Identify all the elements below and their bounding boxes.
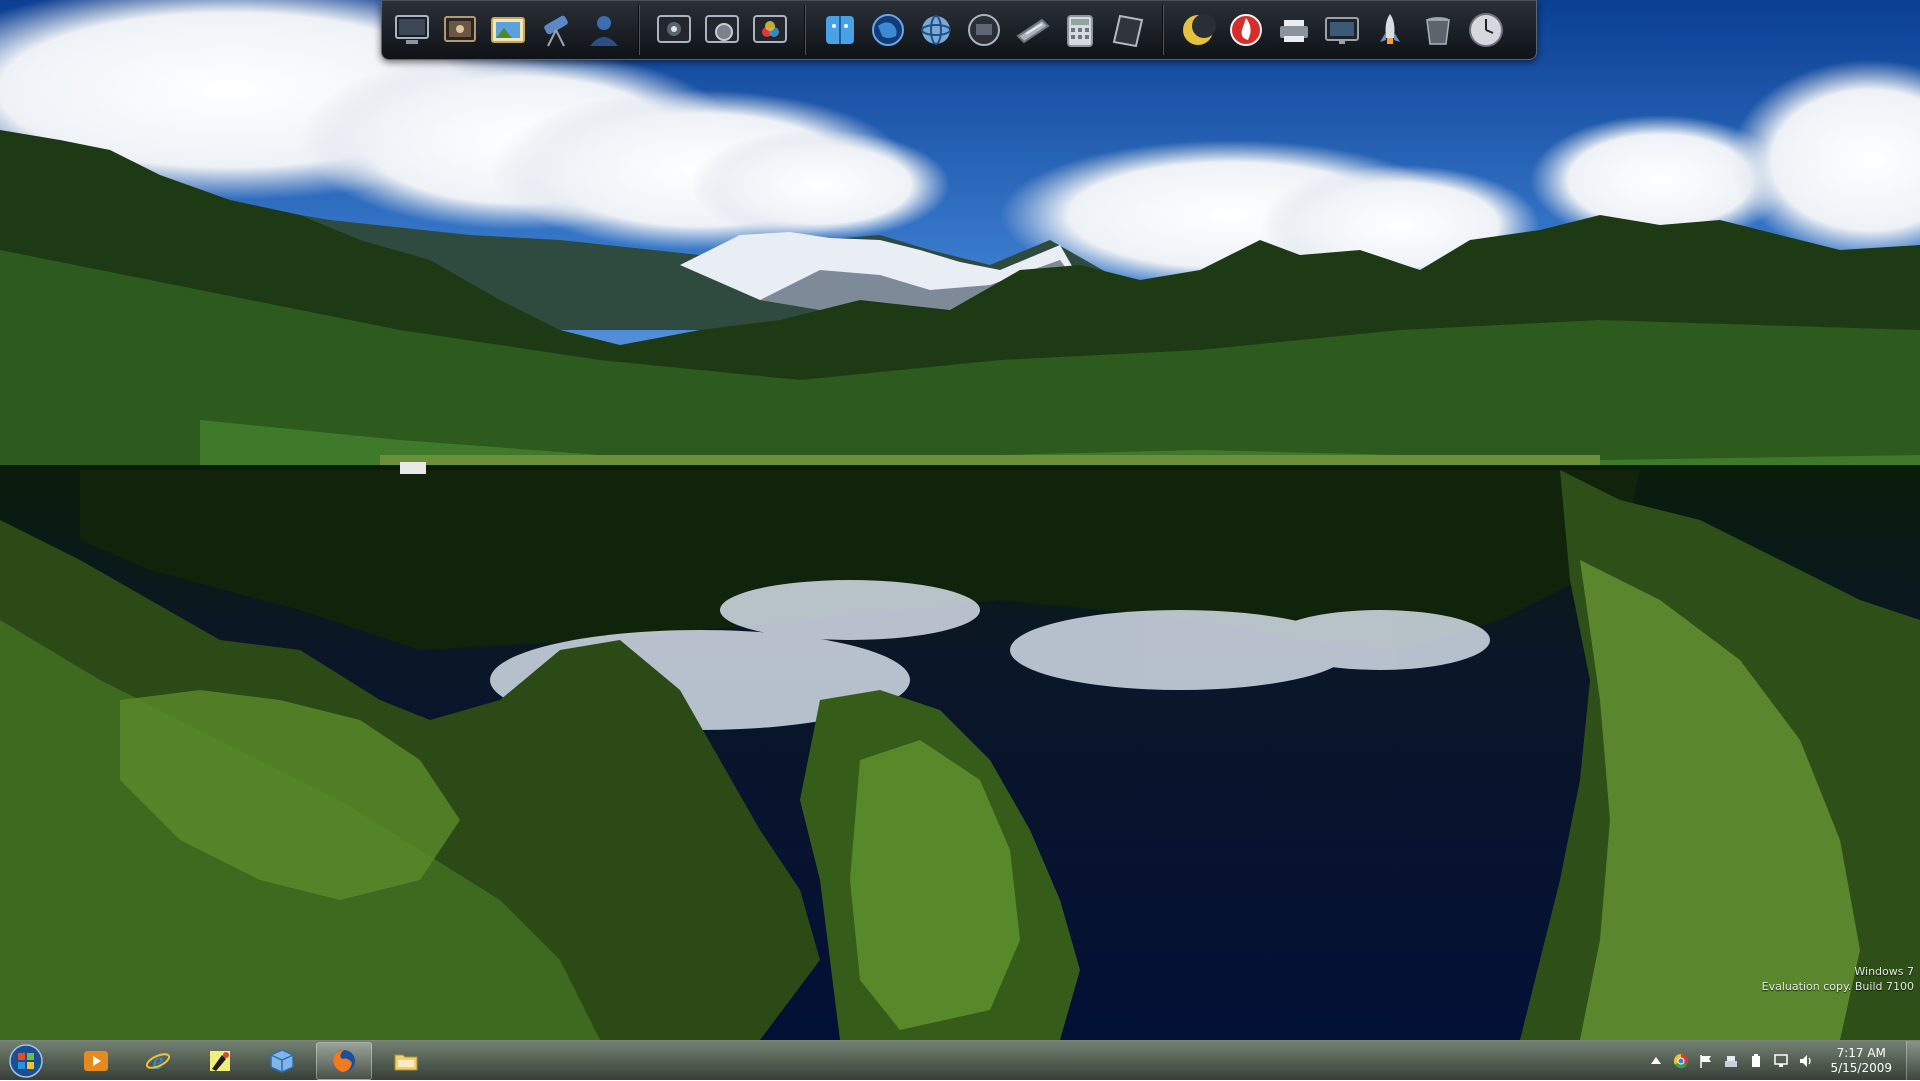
photo-viewer-icon[interactable] xyxy=(486,6,530,54)
finder-icon[interactable] xyxy=(818,6,862,54)
telescope-icon[interactable] xyxy=(534,6,578,54)
printer-icon[interactable] xyxy=(1272,6,1316,54)
burn-icon[interactable] xyxy=(1224,6,1268,54)
firefox-icon xyxy=(333,1049,355,1072)
taskbar-package-button[interactable] xyxy=(254,1042,310,1080)
trash-icon[interactable] xyxy=(1416,6,1460,54)
taskbar: e 7:17 AM 5/15/2009 xyxy=(0,1040,1920,1081)
display-icon[interactable] xyxy=(1320,6,1364,54)
dock-separator xyxy=(638,4,640,55)
desktop[interactable]: Windows 7 Evaluation copy. Build 7100 xyxy=(0,0,1920,1040)
rocket-icon[interactable] xyxy=(1368,6,1412,54)
taskbar-folder-button[interactable] xyxy=(378,1042,434,1080)
clock-icon[interactable] xyxy=(1464,6,1508,54)
flag-icon[interactable] xyxy=(1697,1052,1715,1070)
media-settings-icon[interactable] xyxy=(700,6,744,54)
taskbar-paint-button[interactable] xyxy=(192,1042,248,1080)
dock-group-apps xyxy=(818,0,1150,59)
scanner-icon[interactable] xyxy=(1010,6,1054,54)
clock-time: 7:17 AM xyxy=(1836,1046,1886,1060)
svg-text:e: e xyxy=(153,1049,164,1075)
dock xyxy=(381,0,1537,60)
dock-group-tools xyxy=(1176,0,1508,59)
clock-date: 5/15/2009 xyxy=(1830,1061,1892,1075)
dock-separator xyxy=(1162,4,1164,55)
start-orb-icon xyxy=(9,1043,43,1078)
media-frame-icon[interactable] xyxy=(652,6,696,54)
dock-separator xyxy=(804,4,806,55)
user-icon[interactable] xyxy=(582,6,626,54)
taskbar-clock[interactable]: 7:17 AM 5/15/2009 xyxy=(1830,1046,1892,1076)
taskbar-pinned-apps: e xyxy=(68,1041,440,1080)
dock-group-media xyxy=(652,0,792,59)
screen-icon[interactable] xyxy=(962,6,1006,54)
media-player-icon xyxy=(84,1050,108,1071)
taskbar-media-player-button[interactable] xyxy=(68,1042,124,1080)
speaker-icon[interactable] xyxy=(1797,1052,1815,1070)
network-icon[interactable] xyxy=(1722,1052,1740,1070)
start-button[interactable] xyxy=(6,1041,46,1081)
monitor-icon[interactable] xyxy=(390,6,434,54)
paint-icon xyxy=(210,1050,230,1071)
taskbar-firefox-button[interactable] xyxy=(316,1041,372,1080)
internet-explorer-icon: e xyxy=(145,1049,171,1075)
internet-icon[interactable] xyxy=(914,6,958,54)
watermark-line-2: Evaluation copy. Build 7100 xyxy=(1761,980,1914,993)
arrow-up-icon[interactable] xyxy=(1647,1052,1665,1070)
folder-icon xyxy=(394,1054,418,1070)
evaluation-watermark: Windows 7 Evaluation copy. Build 7100 xyxy=(1762,964,1914,994)
media-color-icon[interactable] xyxy=(748,6,792,54)
taskbar-internet-explorer-button[interactable]: e xyxy=(130,1042,186,1080)
system-tray: 7:17 AM 5/15/2009 xyxy=(1647,1041,1920,1081)
moon-icon[interactable] xyxy=(1176,6,1220,54)
desktop-wallpaper xyxy=(0,0,1920,1040)
package-icon xyxy=(270,1048,294,1073)
chrome-icon[interactable] xyxy=(1672,1052,1690,1070)
show-desktop-button[interactable] xyxy=(1906,1041,1920,1081)
slideshow-icon[interactable] xyxy=(438,6,482,54)
device-icon[interactable] xyxy=(1772,1052,1790,1070)
watermark-line-1: Windows 7 xyxy=(1854,965,1914,978)
globe-icon[interactable] xyxy=(866,6,910,54)
dock-group-system xyxy=(390,0,626,59)
power-icon[interactable] xyxy=(1747,1052,1765,1070)
calculator-icon[interactable] xyxy=(1058,6,1102,54)
notepad-icon[interactable] xyxy=(1106,6,1150,54)
